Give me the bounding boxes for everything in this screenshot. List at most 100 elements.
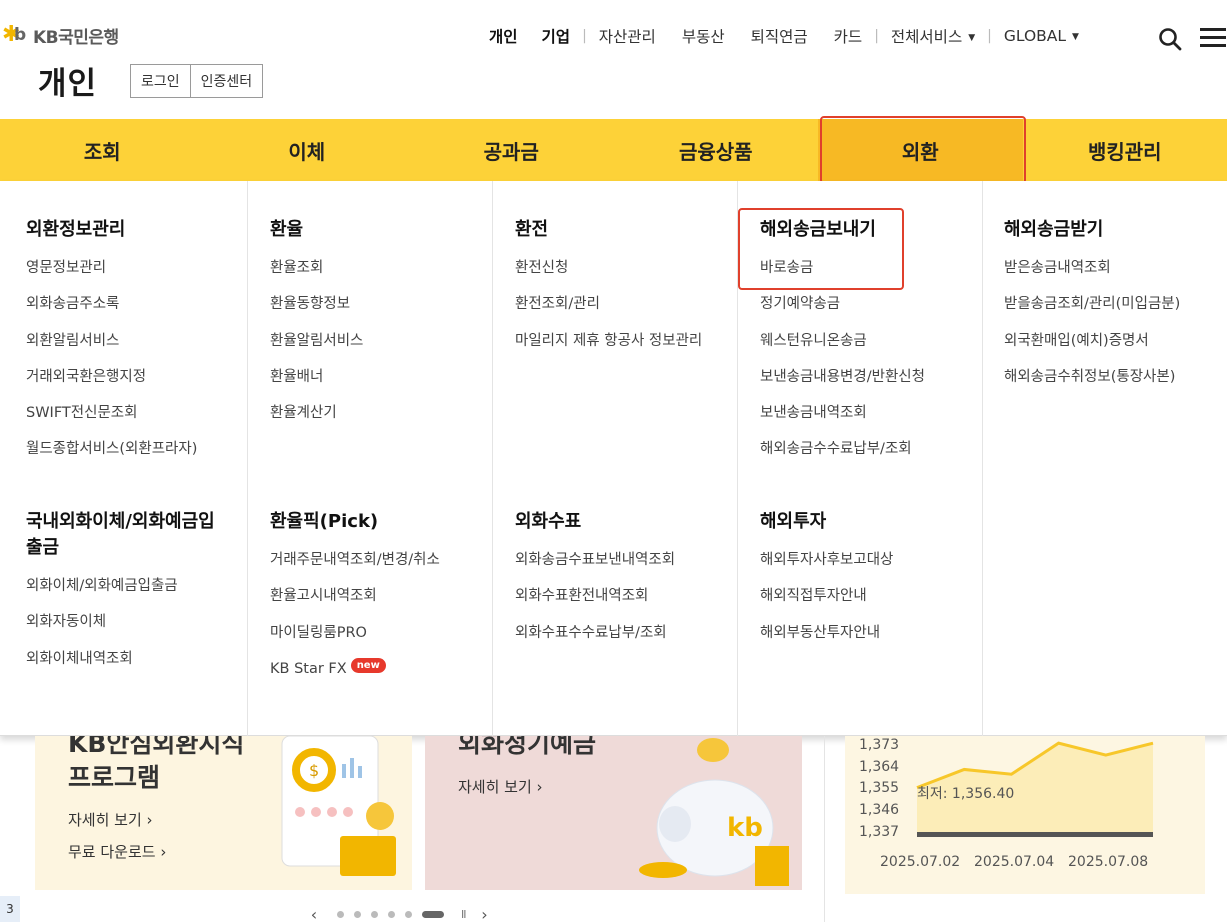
menu-group-title[interactable]: 환율픽(Pick) (270, 509, 490, 535)
menu-item[interactable]: 거래주문내역조회/변경/취소 (270, 549, 490, 571)
topnav-pension[interactable]: 퇴직연금 (751, 25, 808, 47)
menu-item[interactable]: 환전조회/관리 (515, 293, 715, 315)
menu-item[interactable]: 거래외국환은행지정 (26, 366, 246, 388)
menu-item[interactable]: 외화수표수수료납부/조회 (515, 622, 735, 644)
menu-group-title[interactable]: 국내외화이체/외화예금입출금 (26, 509, 226, 561)
menu-item[interactable]: 마일리지 제휴 항공사 정보관리 (515, 330, 715, 352)
menu-item[interactable]: 외화송금주소록 (26, 293, 246, 315)
topnav-allservice-label: 전체서비스 (890, 28, 963, 46)
menu-item[interactable]: SWIFT전신문조회 (26, 402, 246, 424)
banner-slider-controls: ‹ II › (305, 905, 494, 922)
menu-item[interactable]: 외화이체/외화예금입출금 (26, 575, 226, 597)
menu-item[interactable]: 외환알림서비스 (26, 330, 246, 352)
menu-group-title[interactable]: 해외송금보내기 (760, 217, 980, 243)
tab-banking-management[interactable]: 뱅킹관리 (1023, 119, 1227, 181)
menu-item[interactable]: 환율배너 (270, 366, 490, 388)
slider-dot[interactable] (354, 910, 361, 918)
chart-min-label: 최저: 1,356.40 (917, 786, 1014, 802)
menu-item[interactable]: 해외송금수취정보(통장사본) (1004, 366, 1224, 388)
menu-item[interactable]: 해외부동산투자안내 (760, 622, 980, 644)
hamburger-menu-icon[interactable] (1200, 28, 1226, 48)
banner-detail-link[interactable]: 자세히 보기 › (458, 776, 543, 797)
banner-detail-link[interactable]: 자세히 보기 › (68, 809, 153, 830)
login-button[interactable]: 로그인 (131, 65, 190, 97)
banner-fx-time-deposit[interactable]: 외화정기예금 자세히 보기 › kb (425, 736, 802, 890)
menu-group-title[interactable]: 해외투자 (760, 509, 980, 535)
chevron-left-icon[interactable]: ‹ (305, 905, 323, 922)
menu-group-overseas-investment: 해외투자 해외투자사후보고대상 해외직접투자안내 해외부동산투자안내 (760, 509, 980, 658)
menu-group-title[interactable]: 외화수표 (515, 509, 735, 535)
tab-transfer[interactable]: 이체 (205, 119, 410, 181)
menu-group-title[interactable]: 해외송금받기 (1004, 217, 1224, 243)
menu-item[interactable]: 영문정보관리 (26, 257, 246, 279)
chart-x-tick: 2025.07.04 (974, 854, 1054, 870)
menu-item[interactable]: 정기예약송금 (760, 293, 980, 315)
topnav-realestate[interactable]: 부동산 (682, 25, 725, 47)
topnav-personal[interactable]: 개인 (489, 25, 518, 47)
main-nav: 조회 이체 공과금 금융상품 외환 뱅킹관리 (0, 116, 1227, 184)
menu-item[interactable]: 해외투자사후보고대상 (760, 549, 980, 571)
slider-dot[interactable] (371, 910, 378, 918)
chart-y-tick: 1,346 (859, 802, 899, 818)
menu-item[interactable]: 외국환매입(예치)증명서 (1004, 330, 1224, 352)
menu-item[interactable]: 해외직접투자안내 (760, 585, 980, 607)
banner-download-link[interactable]: 무료 다운로드 › (68, 841, 166, 862)
menu-item[interactable]: 웨스턴유니온송금 (760, 330, 980, 352)
menu-item[interactable]: 환율계산기 (270, 402, 490, 424)
slider-dot-active[interactable] (422, 910, 444, 918)
menu-item-instant-remittance[interactable]: 바로송금 (760, 257, 980, 279)
menu-group-domestic-fx-transfer: 국내외화이체/외화예금입출금 외화이체/외화예금입출금 외화자동이체 외화이체내… (26, 509, 226, 684)
menu-item[interactable]: 보낸송금내역조회 (760, 402, 980, 424)
menu-item[interactable]: 환전신청 (515, 257, 715, 279)
chart-x-tick: 2025.07.02 (880, 854, 960, 870)
chart-baseline (917, 832, 1153, 837)
tab-financial-products[interactable]: 금융상품 (614, 119, 819, 181)
tab-foreign-exchange[interactable]: 외환 (818, 116, 1026, 184)
banner-fx-knowledge[interactable]: KB안심외환지식 프로그램 자세히 보기 › 무료 다운로드 › $ (35, 736, 412, 890)
search-icon[interactable] (1158, 27, 1182, 51)
topnav-asset[interactable]: 자산관리 (599, 25, 656, 47)
tab-inquiry[interactable]: 조회 (0, 119, 205, 181)
banner-title: 프로그램 (68, 763, 161, 792)
topnav-card[interactable]: 카드 (834, 25, 863, 47)
menu-item-kb-star-fx[interactable]: KB Star FX new (270, 657, 490, 680)
topnav-corporate[interactable]: 기업 (542, 25, 571, 47)
menu-item[interactable]: 월드종합서비스(외환프라자) (26, 438, 246, 460)
chevron-right-icon[interactable]: › (476, 905, 494, 922)
chart-y-tick: 1,355 (859, 780, 899, 796)
menu-group-title[interactable]: 환율 (270, 217, 490, 243)
column-divider (492, 181, 493, 736)
cert-center-button[interactable]: 인증센터 (189, 65, 263, 97)
slider-dot[interactable] (337, 910, 344, 918)
slider-dot[interactable] (388, 910, 395, 918)
menu-item[interactable]: 외화자동이체 (26, 611, 226, 633)
menu-item[interactable]: 받은송금내역조회 (1004, 257, 1224, 279)
menu-item[interactable]: 외화이체내역조회 (26, 648, 226, 670)
topnav-allservice[interactable]: 전체서비스 ▼ (891, 25, 975, 47)
slider-dot[interactable] (405, 910, 412, 918)
menu-item[interactable]: 환율고시내역조회 (270, 585, 490, 607)
menu-item[interactable]: 해외송금수수료납부/조회 (760, 438, 980, 460)
menu-group-title[interactable]: 외환정보관리 (26, 217, 246, 243)
menu-item[interactable]: 환율조회 (270, 257, 490, 279)
topnav-global[interactable]: GLOBAL ▼ (1004, 27, 1079, 45)
menu-item[interactable]: 외화송금수표보낸내역조회 (515, 549, 735, 571)
menu-item[interactable]: 받을송금조회/관리(미입금분) (1004, 293, 1224, 315)
page-title: 개인 (38, 66, 98, 102)
menu-item[interactable]: 마이딜링룸PRO (270, 622, 490, 644)
tab-utility-bills[interactable]: 공과금 (409, 119, 614, 181)
menu-item[interactable]: 보낸송금내용변경/반환신청 (760, 366, 980, 388)
kb-logo[interactable]: ✱ b KB국민은행 (0, 22, 119, 48)
column-divider (247, 181, 248, 736)
pause-icon[interactable]: II (461, 908, 466, 921)
menu-item-label: KB Star FX (270, 660, 347, 677)
menu-item[interactable]: 환율알림서비스 (270, 330, 490, 352)
caret-down-icon: ▼ (1072, 31, 1079, 42)
menu-item[interactable]: 외화수표환전내역조회 (515, 585, 735, 607)
svg-text:kb: kb (727, 813, 763, 843)
menu-group-title[interactable]: 환전 (515, 217, 715, 243)
column-divider (737, 181, 738, 736)
column-divider (982, 181, 983, 736)
menu-item[interactable]: 환율동향정보 (270, 293, 490, 315)
chart-y-tick: 1,364 (859, 759, 899, 775)
